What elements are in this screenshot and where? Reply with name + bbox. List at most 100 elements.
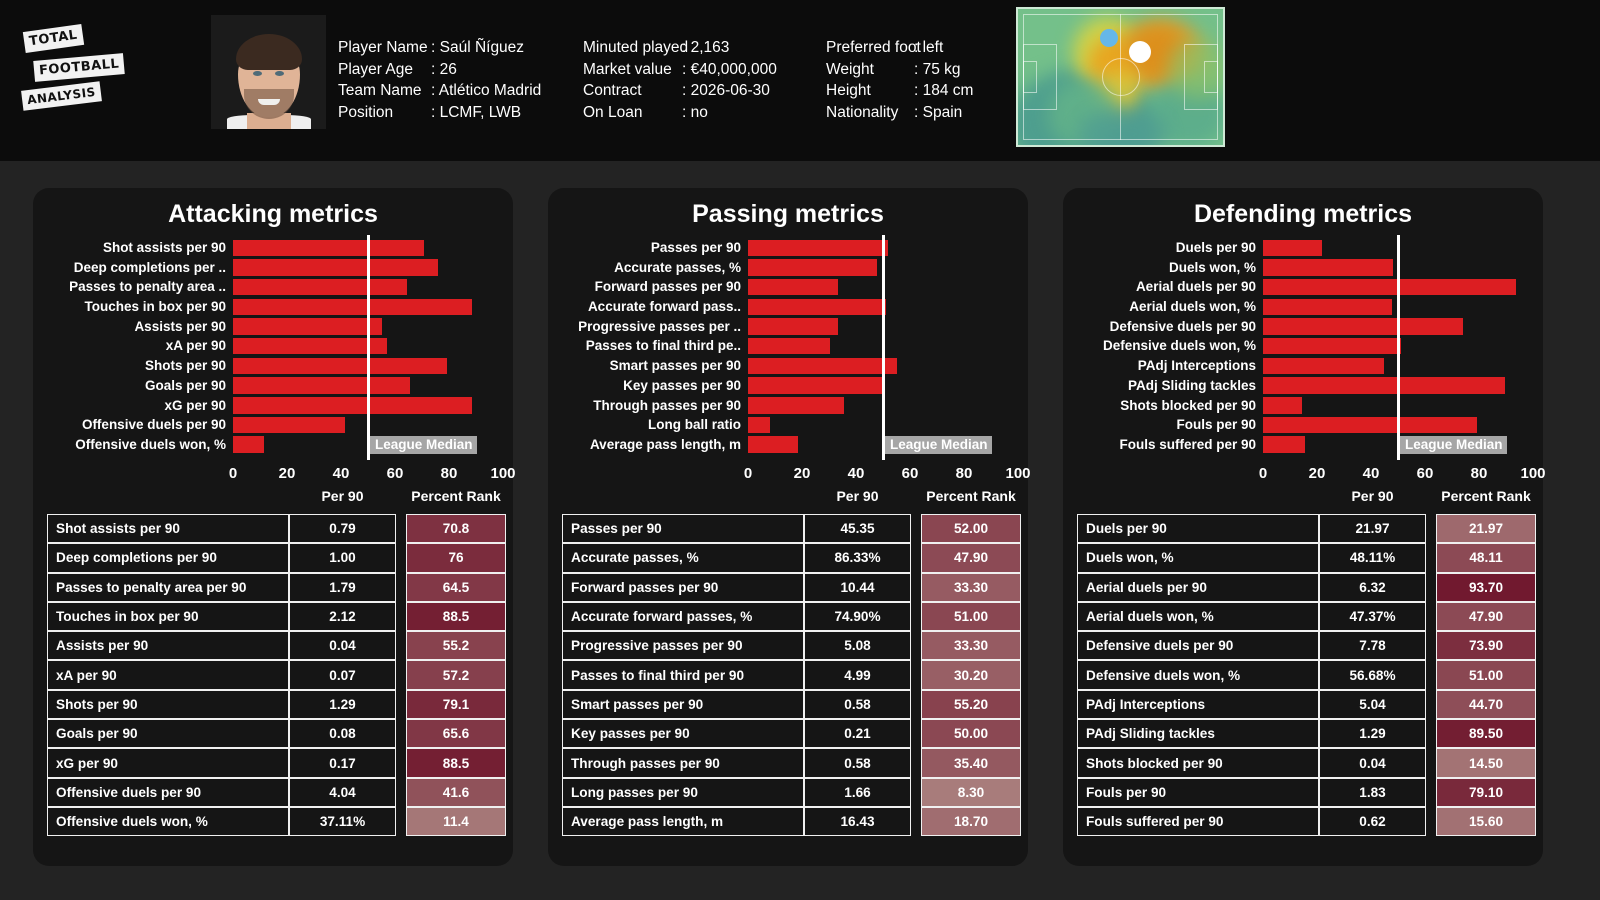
bar-category-label: xG per 90 xyxy=(164,397,226,413)
table-body: Passes per 90 45.35 52.00 Accurate passes, … xyxy=(548,514,1028,837)
table-cell-per90: 56.68% xyxy=(1319,660,1426,690)
player-physical-row: Preferred foot: left xyxy=(826,37,973,59)
table-row: Deep completions per 90 1.00 76 xyxy=(33,543,513,573)
bar-row: Progressive passes per .. xyxy=(548,317,1028,337)
bar-category-label: Accurate forward pass.. xyxy=(587,299,741,315)
bar-fill xyxy=(748,337,830,355)
bar-row: Passes per 90 xyxy=(548,238,1028,258)
bar-fill xyxy=(1263,278,1516,296)
table-row: Passes per 90 45.35 52.00 xyxy=(548,514,1028,544)
table-row: Accurate passes, % 86.33% 47.90 xyxy=(548,543,1028,573)
player-photo xyxy=(211,15,326,129)
table-header-per90: Per 90 xyxy=(836,488,879,504)
table-cell-per90: 1.83 xyxy=(1319,777,1426,807)
table-cell-percent-rank: 47.90 xyxy=(921,543,1021,573)
table-row: Key passes per 90 0.21 50.00 xyxy=(548,719,1028,749)
table-row: Fouls suffered per 90 0.62 15.60 xyxy=(1063,806,1543,837)
table-cell-percent-rank: 52.00 xyxy=(921,514,1021,544)
bar-category-label: Shot assists per 90 xyxy=(102,240,226,255)
table-row: Average pass length, m 16.43 18.70 xyxy=(548,806,1028,837)
table-cell-metric: Passes to penalty area per 90 xyxy=(47,572,289,602)
player-contract-key: Contract xyxy=(583,82,642,99)
header-bar: TOTAL FOOTBALL ANALYSIS Player Name: Saú… xyxy=(0,0,1600,161)
table-cell-percent-rank: 8.30 xyxy=(921,777,1021,807)
bar-category-label: Long ball ratio xyxy=(648,417,741,433)
bar-category-label: Accurate passes, % xyxy=(614,259,741,275)
panel-title: Defending metrics xyxy=(1193,200,1413,228)
bar-category-label: Passes to penalty area .. xyxy=(69,279,226,295)
table-cell-percent-rank: 76 xyxy=(406,543,506,573)
brand-logo-line-2: FOOTBALL xyxy=(33,53,126,82)
player-physical-key: Nationality xyxy=(826,103,899,121)
table-cell-per90: 86.33% xyxy=(804,543,911,573)
bar-row: Duels won, % xyxy=(1063,258,1543,278)
table-cell-percent-rank: 65.6 xyxy=(406,719,506,749)
player-identity-value: : Atlético Madrid xyxy=(431,82,542,99)
table-cell-per90: 1.66 xyxy=(804,777,911,807)
table-cell-metric: Duels won, % xyxy=(1077,543,1319,573)
table-row: xA per 90 0.07 57.2 xyxy=(33,660,513,690)
bar-row: Key passes per 90 xyxy=(548,376,1028,396)
heatmap-marker-blue xyxy=(1100,29,1118,47)
table-cell-per90: 37.11% xyxy=(289,806,396,837)
x-axis-tick: 40 xyxy=(1362,464,1380,482)
table-header-row: Per 90 Percent Rank xyxy=(33,488,513,514)
bar-category-label: xA per 90 xyxy=(165,338,226,354)
table-cell-metric: Accurate forward passes, % xyxy=(562,601,804,632)
player-physical-info: Preferred foot: left Weight: 75 kg Height:… xyxy=(826,37,973,123)
player-contract-key: On Loan xyxy=(583,103,643,121)
player-contract-key: Minuted played xyxy=(583,39,689,56)
player-contract-row: On Loan: no xyxy=(583,102,777,124)
table-cell-metric: Passes per 90 xyxy=(562,514,804,544)
table-cell-per90: 4.04 xyxy=(289,777,396,807)
player-physical-key: Weight xyxy=(826,60,874,78)
x-axis: 0 20 40 60 80 100 xyxy=(548,464,1031,485)
x-axis-tick: 20 xyxy=(278,464,296,482)
bar-row: Goals per 90 xyxy=(33,376,513,396)
table-header-percent-rank: Percent Rank xyxy=(1441,488,1531,504)
bar-category-label: Aerial duels won, % xyxy=(1129,299,1256,315)
table-cell-metric: Forward passes per 90 xyxy=(562,572,804,602)
x-axis-tick: 40 xyxy=(847,464,865,482)
table-row: Long passes per 90 1.66 8.30 xyxy=(548,777,1028,807)
x-axis: 0 20 40 60 80 100 xyxy=(1063,464,1546,485)
table-cell-metric: Accurate passes, % xyxy=(562,543,804,573)
bar-category-label: Defensive duels per 90 xyxy=(1109,318,1256,334)
table-row: Goals per 90 0.08 65.6 xyxy=(33,719,513,749)
player-identity-key: Team Name xyxy=(338,82,422,99)
table-header-per90: Per 90 xyxy=(1351,488,1394,504)
table-cell-per90: 21.97 xyxy=(1319,514,1426,544)
bar-row: Forward passes per 90 xyxy=(548,277,1028,297)
bar-category-label: Through passes per 90 xyxy=(593,397,741,413)
player-identity-value: : LCMF, LWB xyxy=(431,103,522,121)
photo-eye-left xyxy=(253,71,262,76)
bar-category-label: Assists per 90 xyxy=(134,318,226,334)
heatmap-marker-white xyxy=(1129,41,1151,63)
photo-eye-right xyxy=(275,71,284,76)
bar-category-label: Shots blocked per 90 xyxy=(1120,397,1256,413)
table-header-per90: Per 90 xyxy=(321,488,364,504)
pitch-goal-box-right xyxy=(1204,61,1218,93)
table-cell-percent-rank: 93.70 xyxy=(1436,572,1536,602)
table-row: Aerial duels per 90 6.32 93.70 xyxy=(1063,572,1543,602)
table-cell-metric: Shots per 90 xyxy=(47,689,289,720)
table-cell-per90: 16.43 xyxy=(804,806,911,837)
bar-row: Smart passes per 90 xyxy=(548,356,1028,376)
table-cell-per90: 45.35 xyxy=(804,514,911,544)
bar-category-label: Shots per 90 xyxy=(144,358,226,374)
bar-row: Aerial duels won, % xyxy=(1063,297,1543,317)
bar-category-label: Smart passes per 90 xyxy=(609,358,741,374)
league-median-label: League Median xyxy=(370,436,477,454)
player-physical-value: : left xyxy=(914,39,944,56)
table-cell-per90: 1.29 xyxy=(1319,719,1426,749)
table-cell-per90: 0.58 xyxy=(804,748,911,778)
brand-logo-line-3: ANALYSIS xyxy=(21,81,102,111)
player-physical-key: Height xyxy=(826,82,871,99)
table-cell-per90: 0.07 xyxy=(289,660,396,690)
bar-category-label: Passes to final third pe.. xyxy=(585,338,741,354)
bar-row: Long ball ratio xyxy=(548,415,1028,435)
bar-fill xyxy=(233,278,408,296)
table-cell-metric: Shots blocked per 90 xyxy=(1077,748,1319,778)
bar-chart: Passes per 90 Accurate passes, % Forward p… xyxy=(548,235,1031,482)
league-median-line xyxy=(366,235,370,460)
